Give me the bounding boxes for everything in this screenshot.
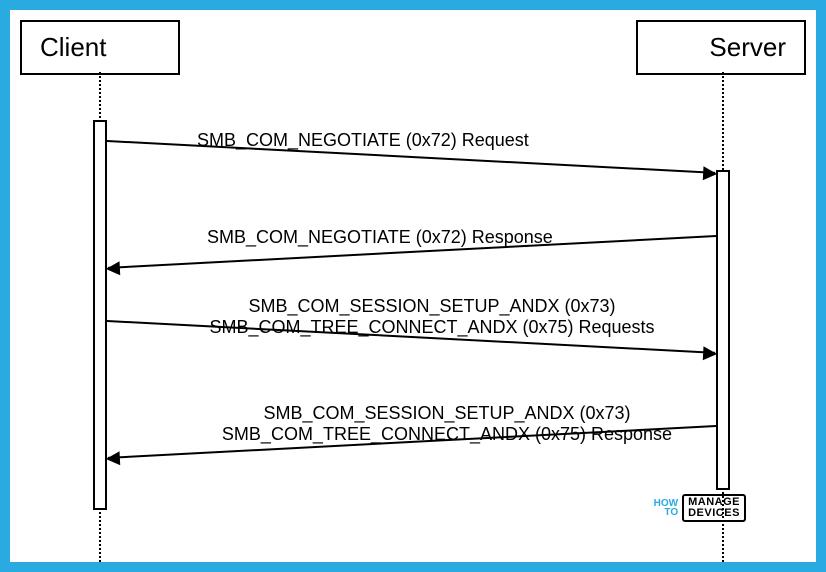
arrowhead-right-icon [703, 166, 718, 181]
message-label-line2: SMB_COM_TREE_CONNECT_ANDX (0x75) Request… [172, 317, 692, 338]
message-label: SMB_COM_NEGOTIATE (0x72) Response [207, 227, 553, 248]
actor-client: Client [20, 20, 180, 75]
message-label-line1: SMB_COM_SESSION_SETUP_ANDX (0x73) [172, 296, 692, 317]
watermark-right: MANAGE DEVICES [682, 494, 746, 522]
arrowhead-left-icon [106, 451, 121, 466]
watermark-to: TO [654, 508, 678, 517]
actor-server: Server [636, 20, 806, 75]
actor-client-label: Client [40, 32, 106, 62]
sequence-diagram: Client Server SMB_COM_NEGOTIATE (0x72) R… [10, 10, 816, 562]
actor-server-label: Server [709, 32, 786, 62]
message-label-line1: SMB_COM_SESSION_SETUP_ANDX (0x73) [187, 403, 707, 424]
arrowhead-left-icon [106, 261, 121, 276]
watermark-left: HOW TO [654, 499, 678, 517]
message-label-line2: SMB_COM_TREE_CONNECT_ANDX (0x75) Respons… [187, 424, 707, 445]
watermark-devices: DEVICES [688, 508, 740, 519]
watermark-logo: HOW TO MANAGE DEVICES [654, 494, 746, 522]
diagram-frame: Client Server SMB_COM_NEGOTIATE (0x72) R… [0, 0, 826, 572]
message-label: SMB_COM_NEGOTIATE (0x72) Request [197, 130, 529, 151]
arrowhead-right-icon [703, 346, 718, 361]
activation-server [716, 170, 730, 490]
